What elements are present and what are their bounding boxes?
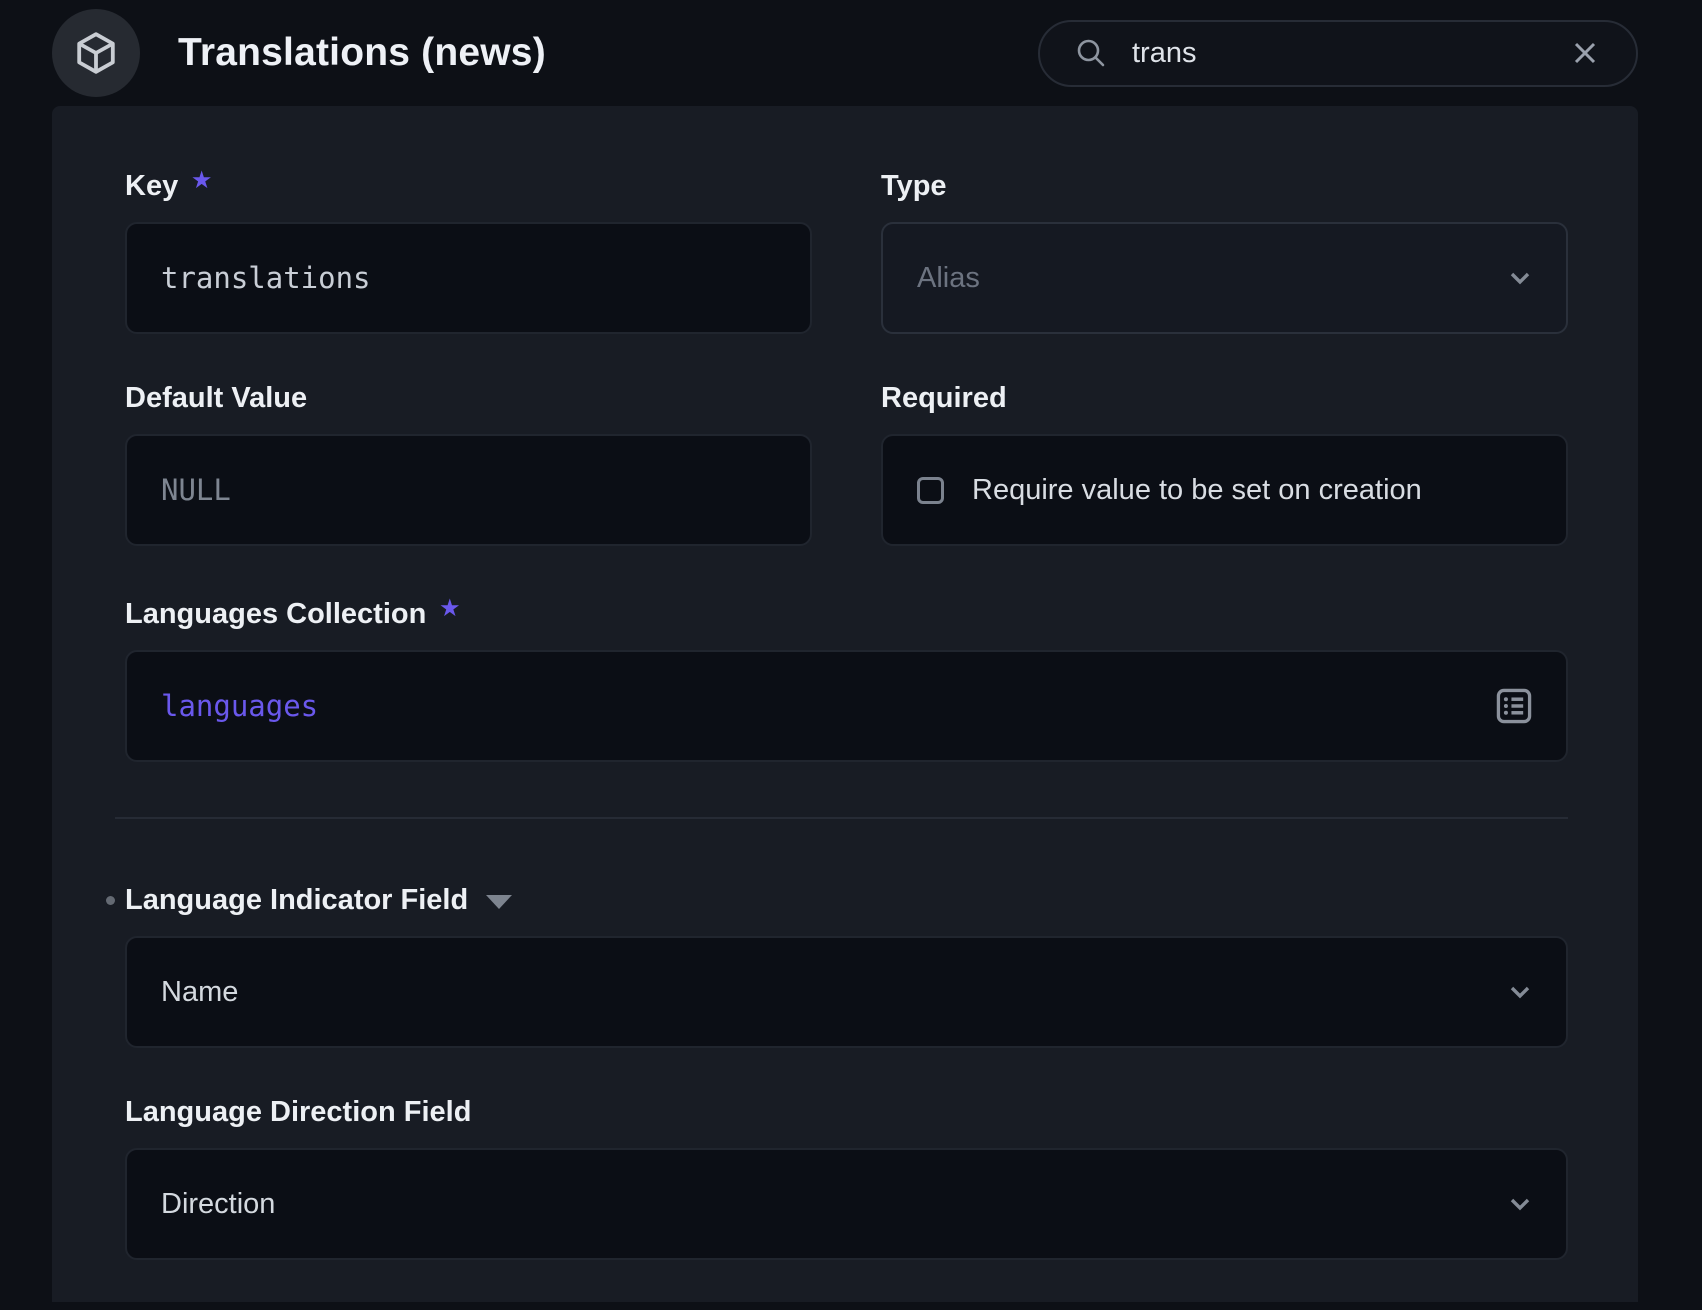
field-required: Required Require value to be set on crea… [881, 380, 1568, 546]
required-label: Required [881, 380, 1568, 416]
chevron-down-icon [1504, 262, 1536, 294]
language-indicator-label: Language Indicator Field [125, 882, 1568, 918]
language-direction-label: Language Direction Field [125, 1094, 1568, 1130]
collection-avatar [52, 9, 140, 97]
default-value-label: Default Value [125, 380, 812, 416]
section-divider [115, 817, 1568, 819]
edited-dot [106, 896, 115, 905]
key-input[interactable] [125, 222, 812, 334]
field-key: Key [125, 168, 812, 334]
field-detail-drawer: Translations (news) Key [0, 0, 1702, 1310]
required-star-icon [192, 170, 211, 191]
field-language-indicator: Language Indicator Field Name [125, 882, 1568, 1048]
field-languages-collection: Languages Collection languages [125, 596, 1568, 762]
default-value-input[interactable] [125, 434, 812, 546]
search-icon [1074, 36, 1108, 70]
languages-collection-input[interactable]: languages [125, 650, 1568, 762]
list-alt-icon[interactable] [1492, 684, 1536, 728]
type-select: Alias [881, 222, 1568, 334]
caret-down-icon[interactable] [486, 895, 512, 909]
search-input[interactable] [1132, 37, 1552, 70]
page-title: Translations (news) [178, 31, 546, 75]
field-type: Type Alias [881, 168, 1568, 334]
field-default-value: Default Value [125, 380, 812, 546]
drawer-header: Translations (news) [0, 0, 1702, 106]
box-icon [72, 29, 120, 77]
field-language-direction: Language Direction Field Direction [125, 1094, 1568, 1260]
languages-collection-label: Languages Collection [125, 596, 1568, 632]
required-checkbox-label[interactable]: Require value to be set on creation [972, 474, 1422, 507]
key-label: Key [125, 168, 812, 204]
chevron-down-icon [1504, 976, 1536, 1008]
language-direction-select[interactable]: Direction [125, 1148, 1568, 1260]
field-settings-panel: Key Type Alias [52, 106, 1638, 1302]
required-checkbox-row: Require value to be set on creation [881, 434, 1568, 546]
clear-search-icon[interactable] [1568, 36, 1602, 70]
required-star-icon [440, 598, 459, 619]
type-label: Type [881, 168, 1568, 204]
chevron-down-icon [1504, 1188, 1536, 1220]
required-checkbox[interactable] [917, 477, 944, 504]
language-indicator-select[interactable]: Name [125, 936, 1568, 1048]
search-box [1038, 20, 1638, 87]
